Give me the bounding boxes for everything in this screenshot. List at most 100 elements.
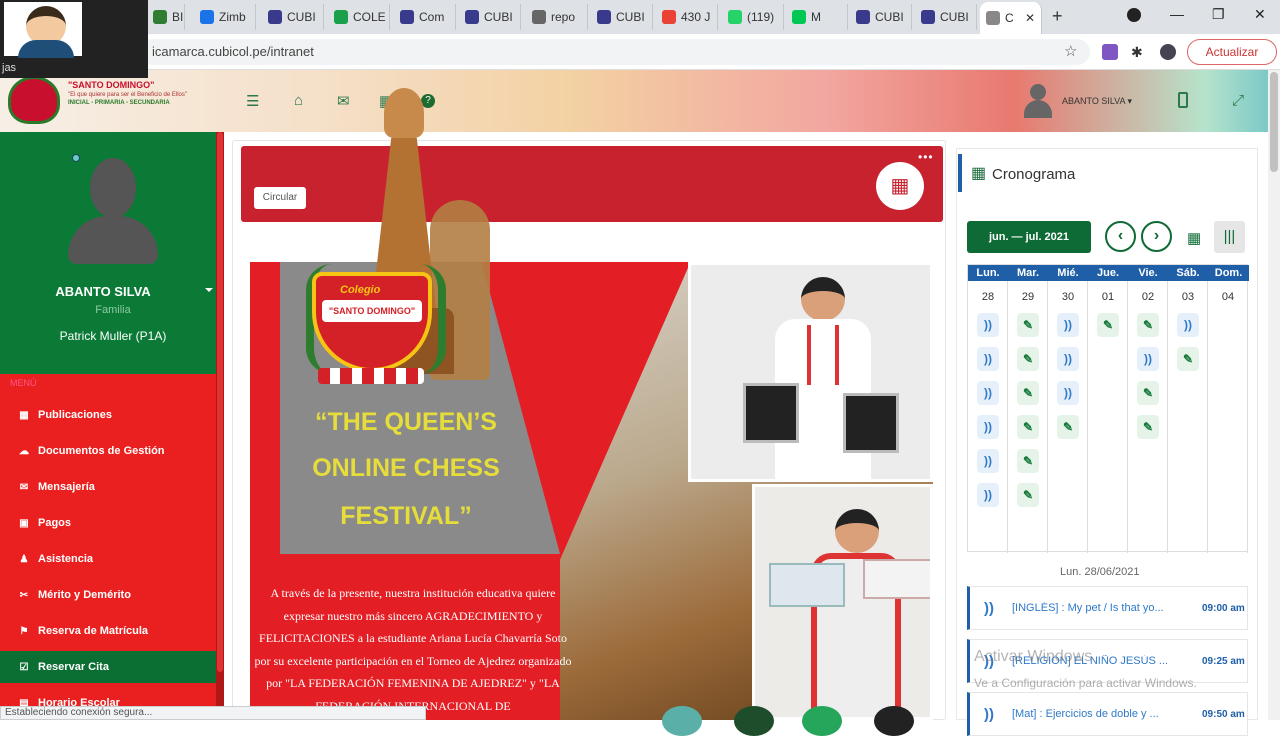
day-column[interactable]: 01 ✎ [1088, 281, 1128, 553]
page-scrollbar[interactable] [1268, 70, 1280, 720]
event-edit-icon[interactable]: ✎ [1017, 483, 1039, 507]
new-tab-button[interactable]: + [1052, 6, 1063, 27]
browser-tab[interactable]: CUBI [262, 4, 324, 30]
browser-tab[interactable]: repo [526, 4, 588, 30]
sidebar-item[interactable]: ☑ Reservar Cita [0, 651, 216, 683]
browser-tab[interactable]: CUBI [850, 4, 912, 30]
sidebar-scrollbar[interactable] [216, 132, 224, 720]
day-number: 01 [1101, 291, 1115, 303]
browser-tab[interactable]: CUBI [459, 4, 521, 30]
browser-tab[interactable]: Com [394, 4, 456, 30]
hamburger-menu-icon[interactable]: ☰ [246, 92, 259, 110]
next-week-button[interactable]: › [1141, 221, 1172, 252]
browser-tab[interactable]: Zimb [194, 4, 256, 30]
event-rss-icon[interactable]: )) [977, 415, 999, 439]
event-rss-icon[interactable]: )) [1137, 347, 1159, 371]
user-avatar[interactable] [1022, 84, 1054, 118]
mobile-icon[interactable] [1178, 92, 1188, 108]
sidebar: ABANTO SILVA Familia Patrick Muller (P1A… [0, 132, 224, 720]
url-field[interactable]: icamarca.cubicol.pe/intranet [140, 39, 1090, 65]
profile-name[interactable]: ABANTO SILVA [0, 284, 206, 299]
student-photo-2 [752, 484, 933, 720]
address-bar: icamarca.cubicol.pe/intranet ☆ ✱ Actuali… [0, 34, 1280, 70]
event-rss-icon[interactable]: )) [977, 347, 999, 371]
sidebar-item[interactable]: ✉ Mensajería [0, 471, 216, 503]
browser-tab[interactable]: M [786, 4, 848, 30]
browser-tab[interactable]: COLE [328, 4, 390, 30]
calendar-badge-icon[interactable]: ▦ [876, 162, 924, 210]
prev-week-button[interactable]: ‹ [1105, 221, 1136, 252]
sidebar-item[interactable]: ▣ Pagos [0, 507, 216, 539]
browser-tab[interactable]: (119) [722, 4, 784, 30]
date-range-button[interactable]: jun. — jul. 2021 [967, 221, 1091, 253]
event-edit-icon[interactable]: ✎ [1057, 415, 1079, 439]
event-edit-icon[interactable]: ✎ [1017, 347, 1039, 371]
home-icon[interactable]: ⌂ [294, 92, 303, 109]
update-button[interactable]: Actualizar [1187, 39, 1277, 65]
browser-tab[interactable]: 430 J [656, 4, 718, 30]
tab-favicon-icon [268, 10, 282, 24]
browser-tab[interactable]: C ✕ [980, 2, 1042, 34]
event-rss-icon[interactable]: )) [1057, 381, 1079, 405]
event-edit-icon[interactable]: ✎ [1017, 415, 1039, 439]
menu-item-icon: ✉ [19, 481, 29, 493]
event-rss-icon[interactable]: )) [1057, 347, 1079, 371]
circular-tag[interactable]: Circular [254, 187, 306, 209]
mail-icon[interactable]: ✉ [337, 92, 350, 110]
extension-icon[interactable] [1102, 44, 1118, 60]
sidebar-item[interactable]: ⚑ Reserva de Matrícula [0, 615, 216, 647]
profile-panel: ABANTO SILVA Familia Patrick Muller (P1A… [0, 132, 224, 374]
browser-tab[interactable]: BICOL [147, 4, 185, 30]
sidebar-item[interactable]: ♟ Asistencia [0, 543, 216, 575]
agenda-item[interactable]: )) [Mat] : Ejercicios de doble y ... 09:50… [967, 692, 1248, 736]
month-view-icon[interactable]: ▦ [1187, 229, 1201, 247]
day-column[interactable]: 28)))))))))))) [968, 281, 1008, 553]
close-tab-icon[interactable]: ✕ [1025, 11, 1035, 25]
poster-title-2: ONLINE CHESS [312, 454, 500, 482]
bookmark-star-icon[interactable]: ☆ [1064, 42, 1077, 60]
event-edit-icon[interactable]: ✎ [1017, 381, 1039, 405]
agenda-item[interactable]: )) [INGLÉS] : My pet / Is that yo... 09:00… [967, 586, 1248, 630]
event-rss-icon[interactable]: )) [977, 313, 999, 337]
event-edit-icon[interactable]: ✎ [1017, 313, 1039, 337]
puzzle-icon[interactable]: ✱ [1131, 44, 1147, 60]
day-column[interactable]: 02 ✎)) ✎ ✎ [1128, 281, 1168, 553]
week-calendar: Lun. 28)))))))))))) Mar. 29 ✎ ✎ ✎ ✎ ✎ ✎ Mié. 30))))… [967, 264, 1249, 553]
sidebar-item[interactable]: ☁ Documentos de Gestión [0, 435, 216, 467]
day-column[interactable]: 04 [1208, 281, 1248, 553]
profile-icon[interactable] [1127, 8, 1141, 22]
header-user-name[interactable]: ABANTO SILVA ▾ [1062, 96, 1132, 107]
browser-tab[interactable]: CUBI [915, 4, 977, 30]
day-column[interactable]: 30)))))) ✎ [1048, 281, 1088, 553]
day-column[interactable]: 03)) ✎ [1168, 281, 1208, 553]
fullscreen-icon[interactable]: ⤢ [1232, 92, 1244, 109]
event-edit-icon[interactable]: ✎ [1177, 347, 1199, 371]
account-avatar-icon[interactable] [1160, 44, 1176, 60]
webcam-label: jas [2, 62, 17, 74]
day-header: Sáb. [1168, 265, 1208, 281]
event-edit-icon[interactable]: ✎ [1137, 313, 1159, 337]
week-view-icon[interactable]: ||| [1214, 221, 1245, 253]
school-logo[interactable]: "SANTO DOMINGO" "El que quiere para ser … [8, 76, 213, 128]
close-window-icon[interactable]: ✕ [1254, 6, 1266, 23]
sidebar-item[interactable]: ▦ Publicaciones [0, 399, 216, 431]
restore-icon[interactable]: ❐ [1212, 6, 1225, 23]
event-rss-icon[interactable]: )) [977, 381, 999, 405]
event-rss-icon[interactable]: )) [977, 449, 999, 473]
event-edit-icon[interactable]: ✎ [1137, 381, 1159, 405]
event-edit-icon[interactable]: ✎ [1097, 313, 1119, 337]
day-column[interactable]: 29 ✎ ✎ ✎ ✎ ✎ ✎ [1008, 281, 1048, 553]
minimize-icon[interactable]: — [1170, 6, 1184, 22]
day-header: Dom. [1208, 265, 1249, 281]
sidebar-item[interactable]: ✂ Mérito y Demérito [0, 579, 216, 611]
sidebar-item-label: Reserva de Matrícula [38, 625, 149, 637]
cronograma-title: Cronograma [992, 166, 1076, 183]
event-rss-icon[interactable]: )) [1177, 313, 1199, 337]
event-edit-icon[interactable]: ✎ [1017, 449, 1039, 473]
profile-caret-icon[interactable] [205, 288, 213, 292]
event-rss-icon[interactable]: )) [977, 483, 999, 507]
event-rss-icon[interactable]: )) [1057, 313, 1079, 337]
event-edit-icon[interactable]: ✎ [1137, 415, 1159, 439]
browser-tab[interactable]: CUBI [591, 4, 653, 30]
more-options-icon[interactable]: ••• [918, 150, 934, 164]
